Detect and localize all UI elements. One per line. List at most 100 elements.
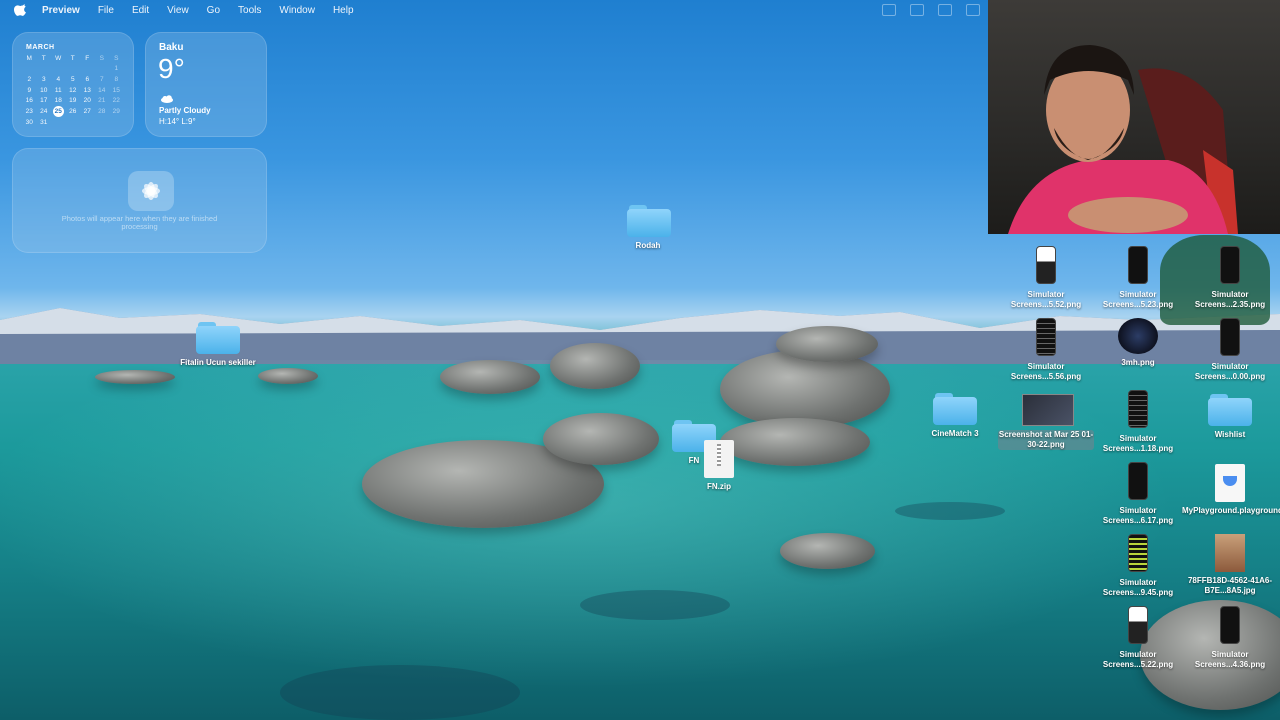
weather-condition: Partly Cloudy [159, 106, 211, 115]
file-simulator-screenshot[interactable]: Simulator Screens...2.35.png [1195, 246, 1265, 310]
calendar-day: 31 [40, 118, 48, 126]
icon-label: CineMatch 3 [931, 429, 979, 438]
calendar-grid: M T W T F S S 1 2 3 4 5 6 7 8 9 10 11 12… [22, 53, 124, 128]
calendar-day [37, 64, 52, 75]
calendar-day: 2 [27, 75, 32, 83]
calendar-day: 1 [114, 65, 119, 73]
icon-label: Wishlist [1214, 430, 1246, 439]
menu-file[interactable]: File [98, 5, 114, 16]
weekday-label: M [26, 54, 32, 62]
calendar-day: 18 [54, 97, 62, 105]
menu-view[interactable]: View [167, 5, 189, 16]
weekday-label: T [70, 54, 75, 62]
calendar-day: 20 [83, 97, 91, 105]
icon-label: Simulator Screens...4.36.png [1194, 650, 1266, 669]
icon-label: Simulator Screens...5.23.png [1102, 290, 1174, 309]
zip-file-icon [704, 440, 734, 478]
status-icon[interactable] [910, 4, 924, 16]
folder-icon [196, 322, 240, 354]
calendar-day: 5 [70, 75, 75, 83]
file-simulator-screenshot[interactable]: Simulator Screens...9.45.png [1103, 534, 1173, 598]
calendar-widget[interactable]: MARCH M T W T F S S 1 2 3 4 5 6 7 8 9 10… [12, 32, 134, 137]
status-icon[interactable] [882, 4, 896, 16]
file-simulator-screenshot[interactable]: Simulator Screens...0.00.png [1195, 318, 1265, 382]
folder-icon [1208, 394, 1252, 426]
calendar-day: 22 [112, 97, 120, 105]
folder-cinematch[interactable]: CineMatch 3 [931, 393, 979, 439]
weather-city: Baku [159, 42, 184, 53]
icon-label: MyPlayground.playground [1182, 506, 1280, 515]
file-screenshot[interactable]: Screenshot at Mar 25 01-30-22.png [998, 394, 1094, 450]
file-3mh[interactable]: 3mh.png [1114, 318, 1162, 368]
phone-screenshot-icon [1128, 246, 1148, 284]
icon-label: Simulator Screens...5.22.png [1102, 650, 1174, 669]
calendar-day: 28 [98, 107, 106, 115]
calendar-day [95, 64, 110, 75]
calendar-day [80, 117, 95, 128]
webcam-overlay [988, 0, 1280, 234]
boulder [543, 413, 659, 465]
menu-go[interactable]: Go [207, 5, 220, 16]
menu-tools[interactable]: Tools [238, 5, 261, 16]
icon-label: Simulator Screens...5.52.png [1010, 290, 1082, 309]
calendar-day: 26 [69, 107, 77, 115]
calendar-day: 30 [25, 118, 33, 126]
phone-screenshot-icon [1220, 318, 1240, 356]
folder-fitalin[interactable]: Fitalin Ucun sekiller [180, 322, 256, 368]
photos-widget[interactable]: Photos will appear here when they are fi… [12, 148, 267, 253]
file-simulator-screenshot[interactable]: Simulator Screens...5.23.png [1103, 246, 1173, 310]
calendar-day [66, 117, 81, 128]
phone-screenshot-icon [1128, 534, 1148, 572]
photo-thumbnail-icon [1215, 534, 1245, 572]
calendar-day: 24 [40, 107, 48, 115]
file-jpg[interactable]: 78FFB18D-4562-41A6-B7E...8A5.jpg [1188, 534, 1272, 596]
status-icon[interactable] [938, 4, 952, 16]
presenter-video [1008, 45, 1238, 234]
file-simulator-screenshot[interactable]: Simulator Screens...5.56.png [1011, 318, 1081, 382]
file-simulator-screenshot[interactable]: Simulator Screens...5.22.png [1103, 606, 1173, 670]
calendar-day [95, 117, 110, 128]
boulder [95, 370, 175, 384]
file-simulator-screenshot[interactable]: Simulator Screens...1.18.png [1103, 390, 1173, 454]
icon-label: Simulator Screens...6.17.png [1102, 506, 1174, 525]
calendar-day: 10 [40, 86, 48, 94]
calendar-day: 4 [56, 75, 61, 83]
folder-icon [933, 393, 977, 425]
file-simulator-screenshot[interactable]: Simulator Screens...5.52.png [1011, 246, 1081, 310]
file-fn-zip[interactable]: FN.zip [695, 440, 743, 492]
weather-widget[interactable]: Baku 9° Partly Cloudy H:14° L:9° [145, 32, 267, 137]
menu-edit[interactable]: Edit [132, 5, 149, 16]
file-playground[interactable]: MyPlayground.playground [1182, 464, 1280, 516]
calendar-day: 6 [85, 75, 90, 83]
file-simulator-screenshot[interactable]: Simulator Screens...4.36.png [1195, 606, 1265, 670]
calendar-day: 9 [27, 86, 32, 94]
status-icon[interactable] [966, 4, 980, 16]
weekday-label: S [114, 54, 119, 62]
flower-icon [142, 182, 160, 200]
icon-label: Simulator Screens...5.56.png [1010, 362, 1082, 381]
folder-rodah[interactable]: Rodah [624, 205, 674, 251]
weather-temp: 9° [158, 53, 185, 84]
water-shadow [280, 665, 520, 720]
phone-screenshot-icon [1220, 246, 1240, 284]
calendar-day: 15 [112, 86, 120, 94]
icon-label: Fitalin Ucun sekiller [180, 358, 256, 367]
today-marker: 25 [52, 105, 64, 117]
icon-label: Simulator Screens...0.00.png [1194, 362, 1266, 381]
swift-playground-icon [1215, 464, 1245, 502]
menu-window[interactable]: Window [279, 5, 315, 16]
apple-icon[interactable] [14, 3, 28, 18]
calendar-day: 3 [41, 75, 46, 83]
file-simulator-screenshot[interactable]: Simulator Screens...6.17.png [1103, 462, 1173, 526]
calendar-day [109, 117, 124, 128]
menu-preview[interactable]: Preview [42, 5, 80, 16]
folder-wishlist[interactable]: Wishlist [1206, 394, 1254, 440]
calendar-day: 27 [83, 107, 91, 115]
calendar-day [51, 117, 66, 128]
icon-label: 3mh.png [1121, 358, 1155, 367]
icon-label: Simulator Screens...9.45.png [1102, 578, 1174, 597]
calendar-day: 11 [54, 86, 62, 94]
menu-help[interactable]: Help [333, 5, 354, 16]
cloud-icon [161, 95, 173, 103]
water-shadow [580, 590, 730, 620]
